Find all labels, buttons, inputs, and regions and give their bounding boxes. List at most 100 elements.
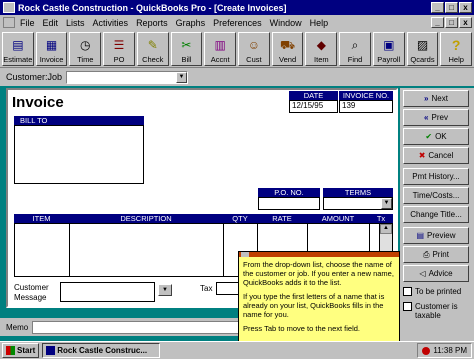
estimate-icon: ▤ (12, 38, 24, 52)
quickbooks-app-icon (46, 346, 56, 355)
vendor-icon: ⛟ (280, 38, 296, 52)
minimize-button[interactable]: _ (431, 2, 444, 13)
print-button[interactable]: ⎙ Print (403, 246, 469, 263)
invoice-button[interactable]: ▦ Invoice (35, 32, 68, 66)
time-costs-button[interactable]: Time/Costs... (403, 187, 469, 204)
printer-icon: ⎙ (423, 249, 430, 259)
bill-to-header: BILL TO (14, 116, 144, 125)
doc-close-button[interactable]: x (459, 17, 472, 28)
qcard-text-2: If you type the first letters of a name … (243, 292, 385, 319)
menu-lists[interactable]: Lists (66, 18, 85, 28)
col-amount: AMOUNT (321, 214, 355, 223)
menu-graphs[interactable]: Graphs (176, 18, 206, 28)
bill-button[interactable]: ✂ Bill (170, 32, 203, 66)
accounts-button[interactable]: ▥ Accnt (204, 32, 237, 66)
next-button[interactable]: » Next (403, 90, 469, 107)
terms-header: TERMS (323, 188, 393, 197)
tray-icon[interactable] (422, 346, 431, 355)
advice-button[interactable]: ◁ Advice (403, 265, 469, 282)
customer-job-combo[interactable]: ▼ (66, 70, 189, 84)
help-button[interactable]: ? Help (440, 32, 473, 66)
preview-button[interactable]: ▤ Preview (403, 227, 469, 244)
customer-job-bar: Customer:Job ▼ (0, 68, 474, 86)
customer-message-field[interactable] (60, 282, 155, 302)
menu-edit[interactable]: Edit (43, 18, 59, 28)
help-icon: ? (451, 37, 461, 53)
maximize-button[interactable]: □ (445, 2, 458, 13)
customer-button[interactable]: ☺ Cust (238, 32, 270, 66)
taskbar: Start Rock Castle Construc... 11:38 PM (0, 341, 474, 359)
preview-icon: ▤ (416, 231, 425, 240)
qcards-button[interactable]: ▨ Qcards (406, 32, 439, 66)
col-rate: RATE (272, 214, 292, 223)
time-button[interactable]: ◷ Time (69, 32, 102, 66)
to-be-printed-option[interactable]: To be printed (403, 287, 461, 296)
document-icon[interactable] (3, 17, 15, 28)
window-controls: _ □ x (431, 2, 472, 13)
chevron-down-icon[interactable]: ▼ (158, 284, 172, 296)
customer-taxable-checkbox[interactable] (403, 302, 412, 311)
action-panel: » Next «Prev ✔ OK ✖ Cancel Pmt History... T… (400, 88, 474, 348)
check-pen-icon: ✎ (147, 38, 158, 52)
chevron-down-icon[interactable]: ▼ (176, 71, 188, 83)
customer-taxable-option[interactable]: Customer is taxable (403, 302, 473, 320)
speaker-icon: ◁ (419, 269, 426, 278)
date-header: DATE (289, 91, 338, 100)
scroll-up-icon[interactable]: ▲ (380, 224, 392, 234)
invoice-icon: ▦ (45, 38, 58, 52)
doc-restore-button[interactable]: □ (445, 17, 458, 28)
payment-history-button[interactable]: Pmt History... (403, 168, 469, 185)
check-button[interactable]: ✎ Check (136, 32, 169, 66)
accounts-icon: ▥ (214, 38, 226, 52)
doc-minimize-button[interactable]: _ (431, 17, 444, 28)
windows-logo-icon (6, 346, 15, 355)
col-tax: Tx (376, 214, 386, 223)
menu-bar: File Edit Lists Activities Reports Graph… (0, 15, 474, 30)
vendor-button[interactable]: ⛟ Vend (271, 32, 304, 66)
ok-button[interactable]: ✔ OK (403, 128, 469, 145)
estimate-button[interactable]: ▤ Estimate (2, 32, 34, 66)
to-be-printed-checkbox[interactable] (403, 287, 412, 296)
qcard-text-3: Press Tab to move to the next field. (243, 324, 361, 333)
qcard-header (239, 252, 399, 257)
customer-message-label: Customer Message (14, 283, 49, 302)
menu-activities[interactable]: Activities (93, 18, 129, 28)
memo-field[interactable] (32, 320, 261, 334)
payroll-icon: ▣ (383, 38, 395, 52)
qcard-tooltip: From the drop-down list, choose the name… (238, 251, 400, 343)
date-field[interactable]: 12/15/95 (289, 100, 338, 113)
po-no-header: P.O. NO. (258, 188, 320, 197)
menu-window[interactable]: Window (270, 18, 302, 28)
find-button[interactable]: ⌕ Find (339, 32, 371, 66)
po-no-field[interactable] (258, 197, 320, 210)
find-icon: ⌕ (351, 38, 359, 52)
col-qty: QTY (232, 214, 248, 223)
col-description: DESCRIPTION (120, 214, 172, 223)
qcard-close-icon[interactable] (241, 252, 249, 257)
start-button[interactable]: Start (2, 343, 40, 358)
app-icon[interactable] (3, 2, 15, 13)
x-icon: ✖ (418, 151, 426, 160)
menu-preferences[interactable]: Preferences (213, 18, 262, 28)
form-title: Invoice (12, 94, 64, 111)
menu-help[interactable]: Help (310, 18, 329, 28)
chevron-down-icon[interactable]: ▼ (381, 198, 392, 209)
clock-icon: ◷ (80, 38, 91, 52)
prev-button[interactable]: «Prev (403, 109, 469, 126)
document-controls: _ □ x (431, 17, 472, 28)
close-button[interactable]: x (459, 2, 472, 13)
bill-icon: ✂ (181, 38, 192, 52)
terms-combo[interactable]: ▼ (323, 197, 393, 210)
menu-reports[interactable]: Reports (136, 18, 168, 28)
change-title-button[interactable]: Change Title... (403, 206, 469, 223)
payroll-button[interactable]: ▣ Payroll (372, 32, 405, 66)
taskbar-task-quickbooks[interactable]: Rock Castle Construc... (42, 343, 161, 358)
line-items-header: ITEM DESCRIPTION QTY RATE AMOUNT Tx (14, 214, 393, 223)
po-button[interactable]: ☰ PO (103, 32, 135, 66)
cancel-button[interactable]: ✖ Cancel (403, 147, 469, 164)
title-bar: Rock Castle Construction - QuickBooks Pr… (0, 0, 474, 15)
bill-to-field[interactable] (14, 125, 144, 184)
item-button[interactable]: ◆ Item (305, 32, 338, 66)
invoice-no-field[interactable]: 139 (339, 100, 393, 113)
menu-file[interactable]: File (20, 18, 35, 28)
